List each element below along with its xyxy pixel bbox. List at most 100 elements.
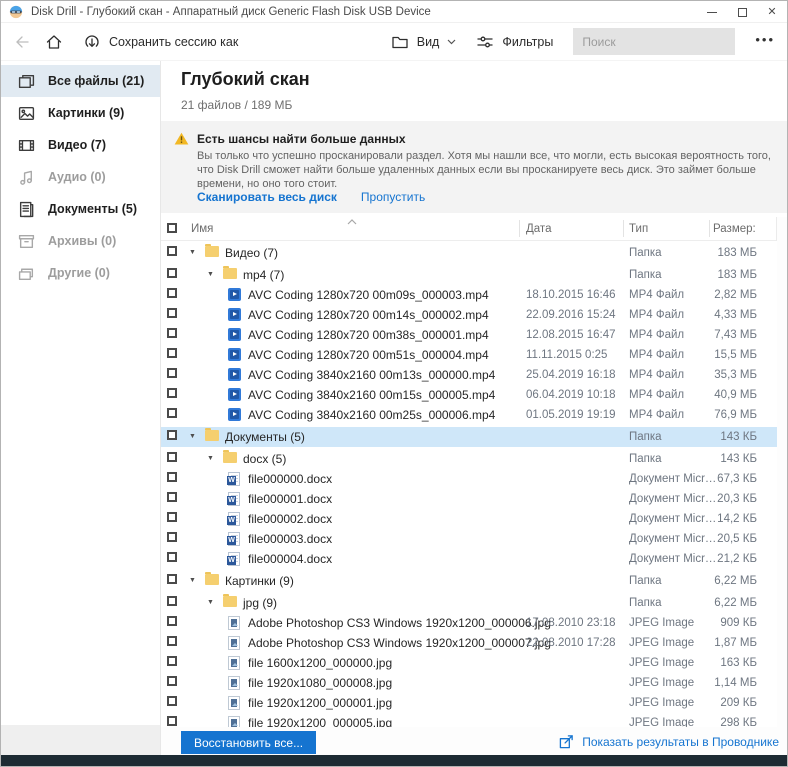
- sidebar-item-audio[interactable]: Аудио (0): [1, 161, 160, 193]
- table-row[interactable]: file 1920x1200_000005.jpg JPEG Image 298…: [161, 713, 777, 727]
- caret-down-icon[interactable]: [189, 571, 196, 591]
- chevron-down-icon: [447, 39, 456, 45]
- skip-link[interactable]: Пропустить: [361, 190, 425, 204]
- row-checkbox[interactable]: [167, 308, 177, 318]
- sidebar-item-all-files[interactable]: Все файлы (21): [1, 65, 160, 97]
- row-checkbox[interactable]: [167, 532, 177, 542]
- search-input[interactable]: [573, 28, 735, 55]
- scrollbar[interactable]: [776, 217, 787, 727]
- file-date: 17.08.2010 23:18: [526, 613, 616, 633]
- file-name: file 1920x1200_000001.jpg: [248, 693, 392, 713]
- table-row[interactable]: Картинки (9) Папка 6,22 МБ: [161, 571, 777, 591]
- column-header-date[interactable]: Дата: [526, 217, 551, 241]
- row-checkbox[interactable]: [167, 268, 177, 278]
- row-checkbox[interactable]: [167, 574, 177, 584]
- file-size: 183 МБ: [717, 265, 757, 285]
- table-row[interactable]: AVC Coding 3840x2160 00m15s_000005.mp4 0…: [161, 385, 777, 405]
- more-button[interactable]: •••: [755, 33, 775, 50]
- table-row[interactable]: Документы (5) Папка 143 КБ: [161, 427, 777, 447]
- table-row[interactable]: AVC Coding 1280x720 00m14s_000002.mp4 22…: [161, 305, 777, 325]
- caret-down-icon[interactable]: [207, 265, 214, 285]
- row-checkbox[interactable]: [167, 716, 177, 726]
- row-checkbox[interactable]: [167, 472, 177, 482]
- filters-button[interactable]: Фильтры: [476, 33, 553, 51]
- table-row[interactable]: file000004.docx Документ Micr… 21,2 КБ: [161, 549, 777, 569]
- column-header-type[interactable]: Тип: [629, 217, 648, 241]
- sidebar-item-pictures[interactable]: Картинки (9): [1, 97, 160, 129]
- table-row[interactable]: file000001.docx Документ Micr… 20,3 КБ: [161, 489, 777, 509]
- table-row[interactable]: file000003.docx Документ Micr… 20,5 КБ: [161, 529, 777, 549]
- sidebar-item-documents[interactable]: Документы (5): [1, 193, 160, 225]
- table-row[interactable]: file000002.docx Документ Micr… 14,2 КБ: [161, 509, 777, 529]
- close-button[interactable]: ✕: [757, 1, 787, 23]
- table-row[interactable]: AVC Coding 1280x720 00m38s_000001.mp4 12…: [161, 325, 777, 345]
- window-controls: ✕: [697, 1, 787, 22]
- row-checkbox[interactable]: [167, 512, 177, 522]
- row-checkbox[interactable]: [167, 288, 177, 298]
- row-checkbox[interactable]: [167, 552, 177, 562]
- table-row[interactable]: file 1920x1200_000001.jpg JPEG Image 209…: [161, 693, 777, 713]
- table-row[interactable]: file000000.docx Документ Micr… 67,3 КБ: [161, 469, 777, 489]
- column-header-size[interactable]: Размер:: [713, 217, 756, 241]
- table-row[interactable]: AVC Coding 3840x2160 00m13s_000000.mp4 2…: [161, 365, 777, 385]
- row-checkbox[interactable]: [167, 430, 177, 440]
- row-checkbox[interactable]: [167, 368, 177, 378]
- table-row[interactable]: AVC Coding 1280x720 00m51s_000004.mp4 11…: [161, 345, 777, 365]
- file-date: 01.05.2019 19:19: [526, 405, 616, 425]
- row-checkbox[interactable]: [167, 596, 177, 606]
- folder-icon: [205, 574, 219, 585]
- row-checkbox[interactable]: [167, 348, 177, 358]
- row-checkbox[interactable]: [167, 388, 177, 398]
- table-row[interactable]: jpg (9) Папка 6,22 МБ: [161, 593, 777, 613]
- file-type: MP4 Файл: [629, 285, 684, 305]
- docx-icon: [228, 472, 240, 486]
- row-checkbox[interactable]: [167, 328, 177, 338]
- save-session-button[interactable]: Сохранить сессию как: [83, 33, 238, 51]
- home-button[interactable]: [45, 33, 63, 51]
- scan-whole-disk-link[interactable]: Сканировать весь диск: [197, 190, 337, 204]
- row-checkbox[interactable]: [167, 636, 177, 646]
- recover-all-button[interactable]: Восстановить все...: [181, 731, 316, 754]
- show-results-link[interactable]: Показать результаты в Проводнике: [559, 734, 779, 749]
- sidebar-item-video[interactable]: Видео (7): [1, 129, 160, 161]
- view-button[interactable]: Вид: [391, 33, 457, 51]
- caret-down-icon[interactable]: [189, 427, 196, 447]
- warning-icon: [174, 132, 189, 145]
- row-checkbox[interactable]: [167, 656, 177, 666]
- row-checkbox[interactable]: [167, 492, 177, 502]
- row-checkbox[interactable]: [167, 452, 177, 462]
- row-checkbox[interactable]: [167, 616, 177, 626]
- row-checkbox[interactable]: [167, 676, 177, 686]
- row-checkbox[interactable]: [167, 246, 177, 256]
- select-all-checkbox[interactable]: [167, 223, 177, 233]
- table-row[interactable]: mp4 (7) Папка 183 МБ: [161, 265, 777, 285]
- file-size: 298 КБ: [720, 713, 757, 727]
- sidebar-item-archives[interactable]: Архивы (0): [1, 225, 160, 257]
- table-row[interactable]: file 1920x1080_000008.jpg JPEG Image 1,1…: [161, 673, 777, 693]
- sidebar-item-others[interactable]: Другие (0): [1, 257, 160, 289]
- caret-down-icon[interactable]: [207, 593, 214, 613]
- table-row[interactable]: Adobe Photoshop CS3 Windows 1920x1200_00…: [161, 633, 777, 653]
- table-row[interactable]: Видео (7) Папка 183 МБ: [161, 243, 777, 263]
- maximize-button[interactable]: [727, 1, 757, 23]
- file-type: MP4 Файл: [629, 305, 684, 325]
- caret-down-icon[interactable]: [189, 243, 196, 263]
- table-row[interactable]: docx (5) Папка 143 КБ: [161, 449, 777, 469]
- minimize-button[interactable]: [697, 1, 727, 23]
- file-size: 6,22 МБ: [714, 593, 757, 613]
- file-type: MP4 Файл: [629, 405, 684, 425]
- table-row[interactable]: Adobe Photoshop CS3 Windows 1920x1200_00…: [161, 613, 777, 633]
- column-header-name[interactable]: Имя: [191, 217, 213, 241]
- file-name: AVC Coding 3840x2160 00m25s_000006.mp4: [248, 405, 495, 425]
- table-row[interactable]: AVC Coding 3840x2160 00m25s_000006.mp4 0…: [161, 405, 777, 425]
- row-checkbox[interactable]: [167, 408, 177, 418]
- save-session-icon: [83, 33, 101, 51]
- table-row[interactable]: AVC Coding 1280x720 00m09s_000003.mp4 18…: [161, 285, 777, 305]
- back-button[interactable]: [13, 33, 31, 51]
- table-row[interactable]: file 1600x1200_000000.jpg JPEG Image 163…: [161, 653, 777, 673]
- file-name: file000003.docx: [248, 529, 332, 549]
- caret-down-icon[interactable]: [207, 449, 214, 469]
- row-checkbox[interactable]: [167, 696, 177, 706]
- folder-icon: [205, 246, 219, 257]
- column-divider: [519, 220, 520, 237]
